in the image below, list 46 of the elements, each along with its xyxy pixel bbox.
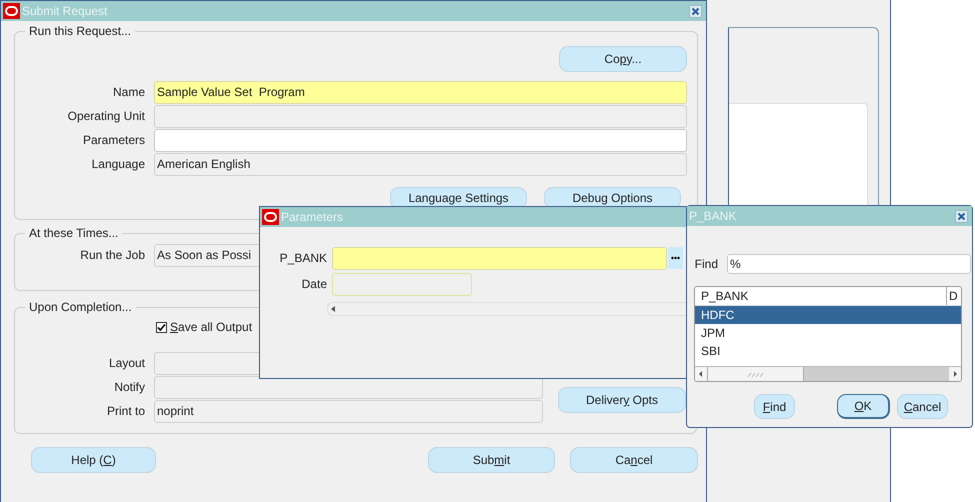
logo-icon [262,209,279,225]
delivery-opts-button[interactable]: Delivery Opts [558,387,686,413]
find-button[interactable]: Find [754,394,795,419]
ok-button[interactable]: OK [837,394,890,419]
list-row[interactable]: JPM [695,324,961,342]
column-header: D [948,289,958,303]
field-label: P_BANK [278,251,328,265]
list-row[interactable]: HDFC [695,306,961,324]
close-icon[interactable] [689,4,702,18]
window-title: Submit Request [22,4,108,18]
group-title: At these Times... [28,226,120,240]
field-label: Name [112,85,146,99]
field-label: Date [300,277,328,291]
close-icon[interactable] [955,210,968,222]
copy-button[interactable]: Copy... [559,46,687,72]
group-title: Run this Request... [28,24,132,38]
field-label: Layout [108,356,146,370]
cancel-button[interactable]: Cancel [897,394,948,419]
checkbox-label[interactable]: Save all Output [170,320,252,334]
input-field[interactable] [332,272,472,296]
field-label: Notify [113,380,146,394]
input-field[interactable]: As Soon as Possi [154,244,261,266]
input-field[interactable]: American English [154,152,687,176]
scroll-thumb[interactable] [707,367,804,381]
help-button[interactable]: Help (C) [31,447,156,473]
field-label: Find [694,256,719,270]
logo-icon [3,3,20,19]
scroll-bar[interactable] [695,366,961,381]
checkbox[interactable] [156,322,167,332]
cancel-button[interactable]: Cancel [570,447,698,473]
group-title: Upon Completion... [28,300,133,314]
field-label: Parameters [82,133,146,147]
submit-button[interactable]: Submit [428,447,555,473]
input-field[interactable]: Sample Value Set Program [154,80,687,104]
input-field[interactable]: noprint [154,400,543,422]
list-row[interactable]: SBI [695,342,961,360]
field-label: Operating Unit [66,109,146,123]
input-field[interactable] [154,104,687,128]
field-label: Print to [106,404,146,418]
input-field[interactable] [154,128,687,152]
input-field[interactable]: % [727,254,971,274]
field-label: Language [90,157,146,171]
field-label: Run the Job [79,248,146,262]
column-header: P_BANK [695,287,947,305]
input-field[interactable] [332,246,667,270]
window-title: P_BANK [689,209,738,223]
